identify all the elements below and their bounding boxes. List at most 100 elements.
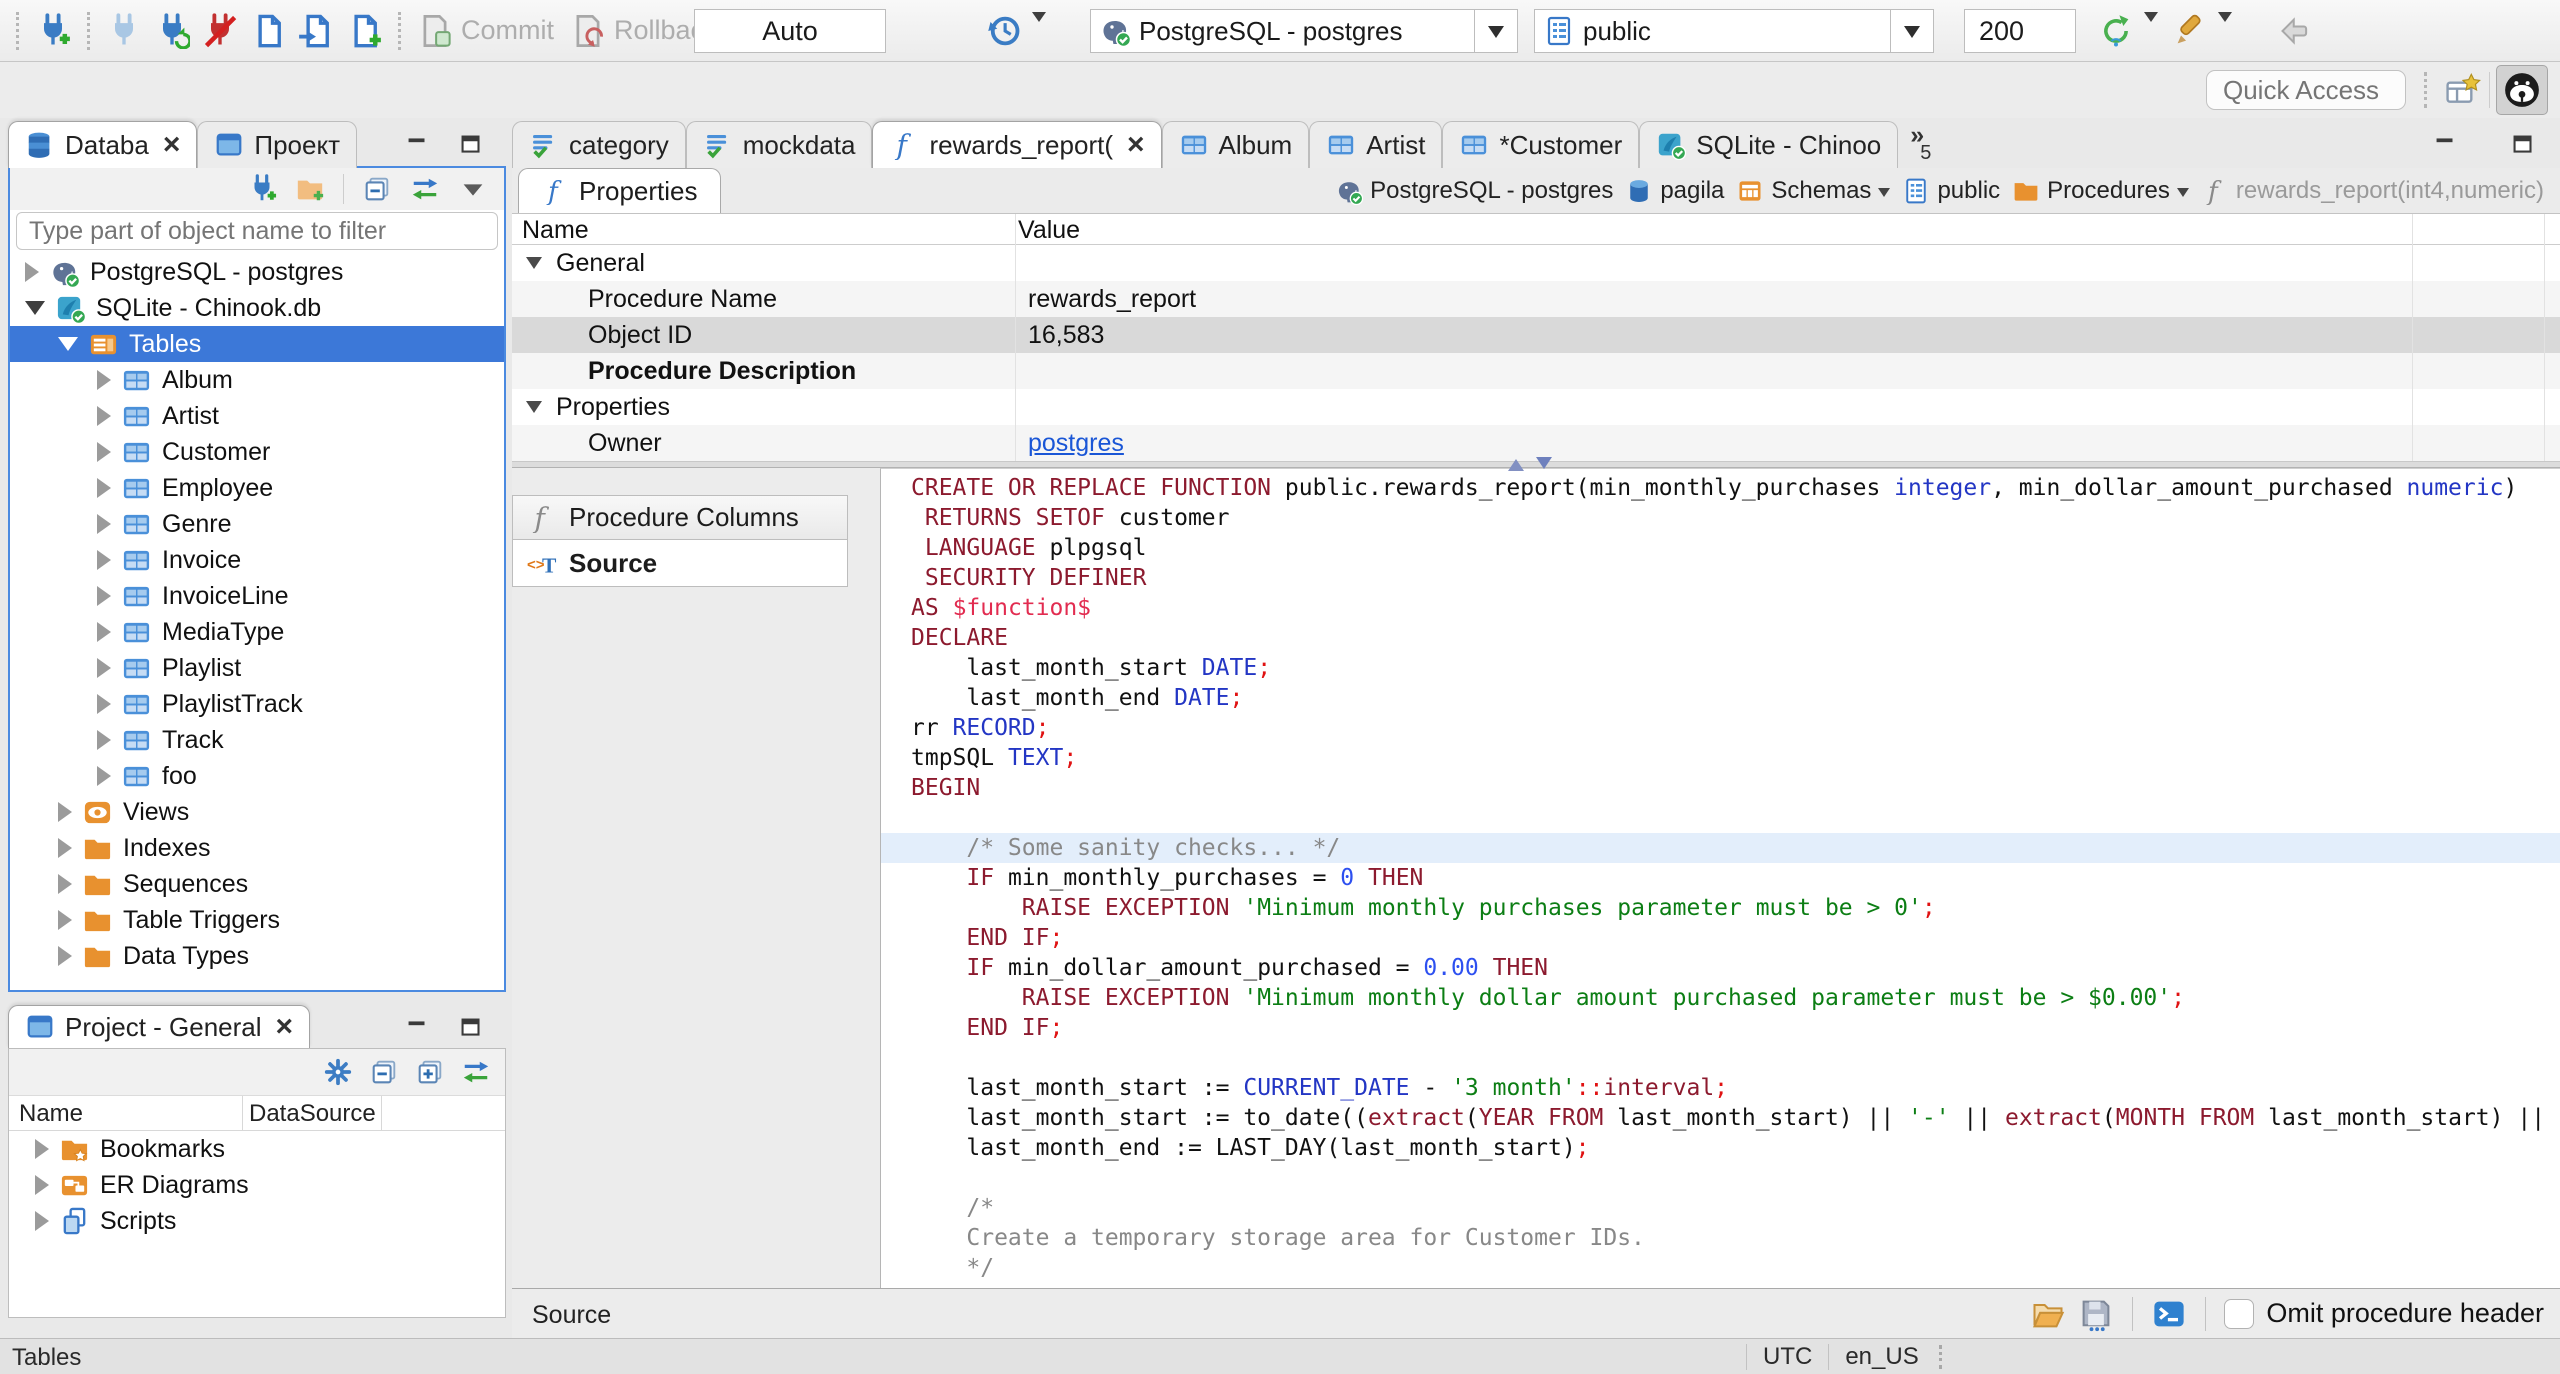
status-timezone[interactable]: UTC — [1763, 1343, 1812, 1371]
expand-arrow-icon[interactable] — [97, 406, 111, 426]
expand-arrow-icon[interactable] — [58, 838, 72, 858]
new-sql-editor-button[interactable] — [340, 7, 388, 55]
tree-item-views[interactable]: Views — [10, 794, 504, 830]
open-sql-script-button[interactable] — [292, 7, 340, 55]
expand-arrow-icon[interactable] — [97, 694, 111, 714]
object-filter-box[interactable] — [16, 212, 498, 250]
splitter-collapse-control[interactable] — [1508, 451, 1552, 477]
tree-item-indexes[interactable]: Indexes — [10, 830, 504, 866]
expand-arrow-icon[interactable] — [97, 622, 111, 642]
tree-item-employee[interactable]: Employee — [10, 470, 504, 506]
save-to-file-icon[interactable] — [2078, 1296, 2114, 1332]
grid-value-owner[interactable]: postgres — [1028, 429, 1124, 458]
expand-arrow-icon[interactable] — [97, 658, 111, 678]
expand-arrow-icon[interactable] — [97, 514, 111, 534]
fetch-size-input[interactable]: 200 — [1964, 9, 2076, 53]
transaction-log-dropdown-icon[interactable] — [1032, 12, 1046, 29]
expand-arrow-icon[interactable] — [58, 802, 72, 822]
tree-item-invoice[interactable]: Invoice — [10, 542, 504, 578]
tab-project-general[interactable]: Project - General × — [8, 1005, 311, 1048]
expand-arrow-icon[interactable] — [97, 730, 111, 750]
refresh-dropdown-icon[interactable] — [2144, 12, 2158, 29]
close-tab-icon[interactable]: × — [276, 1012, 294, 1042]
tree-item-album[interactable]: Album — [10, 362, 504, 398]
data-perspective-button[interactable] — [2440, 68, 2486, 114]
breadcrumb-dropdown-icon[interactable] — [2176, 187, 2189, 203]
object-filter-input[interactable] — [17, 215, 497, 247]
subtab-procedure-columns[interactable]: f Procedure Columns — [512, 495, 848, 540]
tab-properties[interactable]: f Properties — [518, 168, 721, 213]
minimize-panel-button[interactable] — [402, 130, 432, 160]
tab-project[interactable]: Проект — [197, 121, 358, 168]
tree-item-track[interactable]: Track — [10, 722, 504, 758]
collapse-arrow-icon[interactable] — [526, 401, 542, 413]
grid-row-procedure-description[interactable]: Procedure Description — [512, 353, 2560, 389]
source-code-editor[interactable]: CREATE OR REPLACE FUNCTION public.reward… — [880, 468, 2560, 1288]
grid-row-object-id[interactable]: Object ID 16,583 — [512, 317, 2560, 353]
disconnect-button[interactable] — [196, 7, 244, 55]
editor-tab-rewards-report[interactable]: f rewards_report(× — [872, 121, 1162, 168]
tree-item-mediatype[interactable]: MediaType — [10, 614, 504, 650]
grid-row-general[interactable]: General — [512, 245, 2560, 281]
expand-arrow-icon[interactable] — [25, 262, 39, 282]
subtab-source[interactable]: <> T Source — [512, 539, 848, 587]
link-with-editor-icon[interactable] — [461, 1057, 491, 1087]
grid-row-procedure-name[interactable]: Procedure Name rewards_report — [512, 281, 2560, 317]
breadcrumb-dropdown-icon[interactable] — [1878, 187, 1891, 203]
schema-dropdown-button[interactable] — [1890, 10, 1933, 52]
breadcrumb-rewards-report-int4-numeric[interactable]: f rewards_report(int4,numeric) — [2201, 177, 2544, 205]
close-tab-icon[interactable]: × — [1127, 130, 1145, 160]
editor-tab-artist[interactable]: Artist — [1309, 121, 1443, 168]
collapse-arrow-icon[interactable] — [58, 337, 78, 351]
link-with-editor-icon[interactable] — [410, 174, 440, 204]
tree-item-invoiceline[interactable]: InvoiceLine — [10, 578, 504, 614]
tree-item-playlisttrack[interactable]: PlaylistTrack — [10, 686, 504, 722]
commit-button[interactable]: Commit — [411, 7, 554, 55]
back-button[interactable] — [2272, 7, 2320, 55]
expand-arrow-icon[interactable] — [58, 910, 72, 930]
reconnect-button[interactable] — [148, 7, 196, 55]
expand-arrow-icon[interactable] — [97, 550, 111, 570]
tree-item-data-types[interactable]: Data Types — [10, 938, 504, 974]
refresh-button[interactable] — [2092, 7, 2140, 55]
breadcrumb-pagila[interactable]: pagila — [1625, 177, 1724, 205]
project-item-scripts[interactable]: Scripts — [9, 1203, 505, 1239]
splitter-up-icon[interactable] — [1508, 451, 1524, 471]
expand-arrow-icon[interactable] — [97, 370, 111, 390]
editor-tab-album[interactable]: Album — [1161, 121, 1310, 168]
collapse-arrow-icon[interactable] — [25, 301, 45, 315]
collapse-all-icon[interactable] — [369, 1057, 399, 1087]
editor-tab-mockdata[interactable]: mockdata — [685, 121, 873, 168]
view-menu-icon[interactable] — [458, 174, 488, 204]
new-connection-icon[interactable] — [247, 174, 277, 204]
tree-item-foo[interactable]: foo — [10, 758, 504, 794]
load-from-file-icon[interactable] — [2030, 1296, 2066, 1332]
sql-editor-button[interactable] — [244, 7, 292, 55]
breadcrumb-postgresql-postgres[interactable]: PostgreSQL - postgres — [1335, 177, 1613, 205]
commit-mode-select[interactable]: Auto — [694, 9, 886, 53]
expand-arrow-icon[interactable] — [97, 586, 111, 606]
expand-arrow-icon[interactable] — [35, 1139, 49, 1159]
tree-item-playlist[interactable]: Playlist — [10, 650, 504, 686]
active-schema-select[interactable]: public — [1534, 9, 1934, 53]
tree-item-table-triggers[interactable]: Table Triggers — [10, 902, 504, 938]
edit-button[interactable] — [2166, 7, 2214, 55]
maximize-panel-button[interactable] — [456, 130, 486, 160]
editor-tab-category[interactable]: category — [512, 121, 686, 168]
tree-item-tables[interactable]: Tables — [10, 326, 504, 362]
project-item-er-diagrams[interactable]: ER Diagrams — [9, 1167, 505, 1203]
expand-arrow-icon[interactable] — [58, 874, 72, 894]
breadcrumb-procedures[interactable]: Procedures — [2012, 177, 2189, 205]
tree-item-artist[interactable]: Artist — [10, 398, 504, 434]
omit-procedure-header-checkbox[interactable] — [2224, 1298, 2255, 1329]
project-item-bookmarks[interactable]: Bookmarks — [9, 1131, 505, 1167]
column-name-header[interactable]: Name — [19, 1100, 83, 1128]
open-console-icon[interactable] — [2151, 1296, 2187, 1332]
active-connection-select[interactable]: PostgreSQL - postgres — [1090, 9, 1518, 53]
tab-database-navigator[interactable]: Databa × — [8, 121, 198, 168]
hidden-tabs-chevron[interactable]: » 5 — [1910, 123, 1931, 164]
collapse-arrow-icon[interactable] — [526, 257, 542, 269]
edit-dropdown-icon[interactable] — [2218, 12, 2232, 29]
breadcrumb-public[interactable]: public — [1902, 177, 2000, 205]
editor-tab-customer[interactable]: *Customer — [1442, 121, 1640, 168]
